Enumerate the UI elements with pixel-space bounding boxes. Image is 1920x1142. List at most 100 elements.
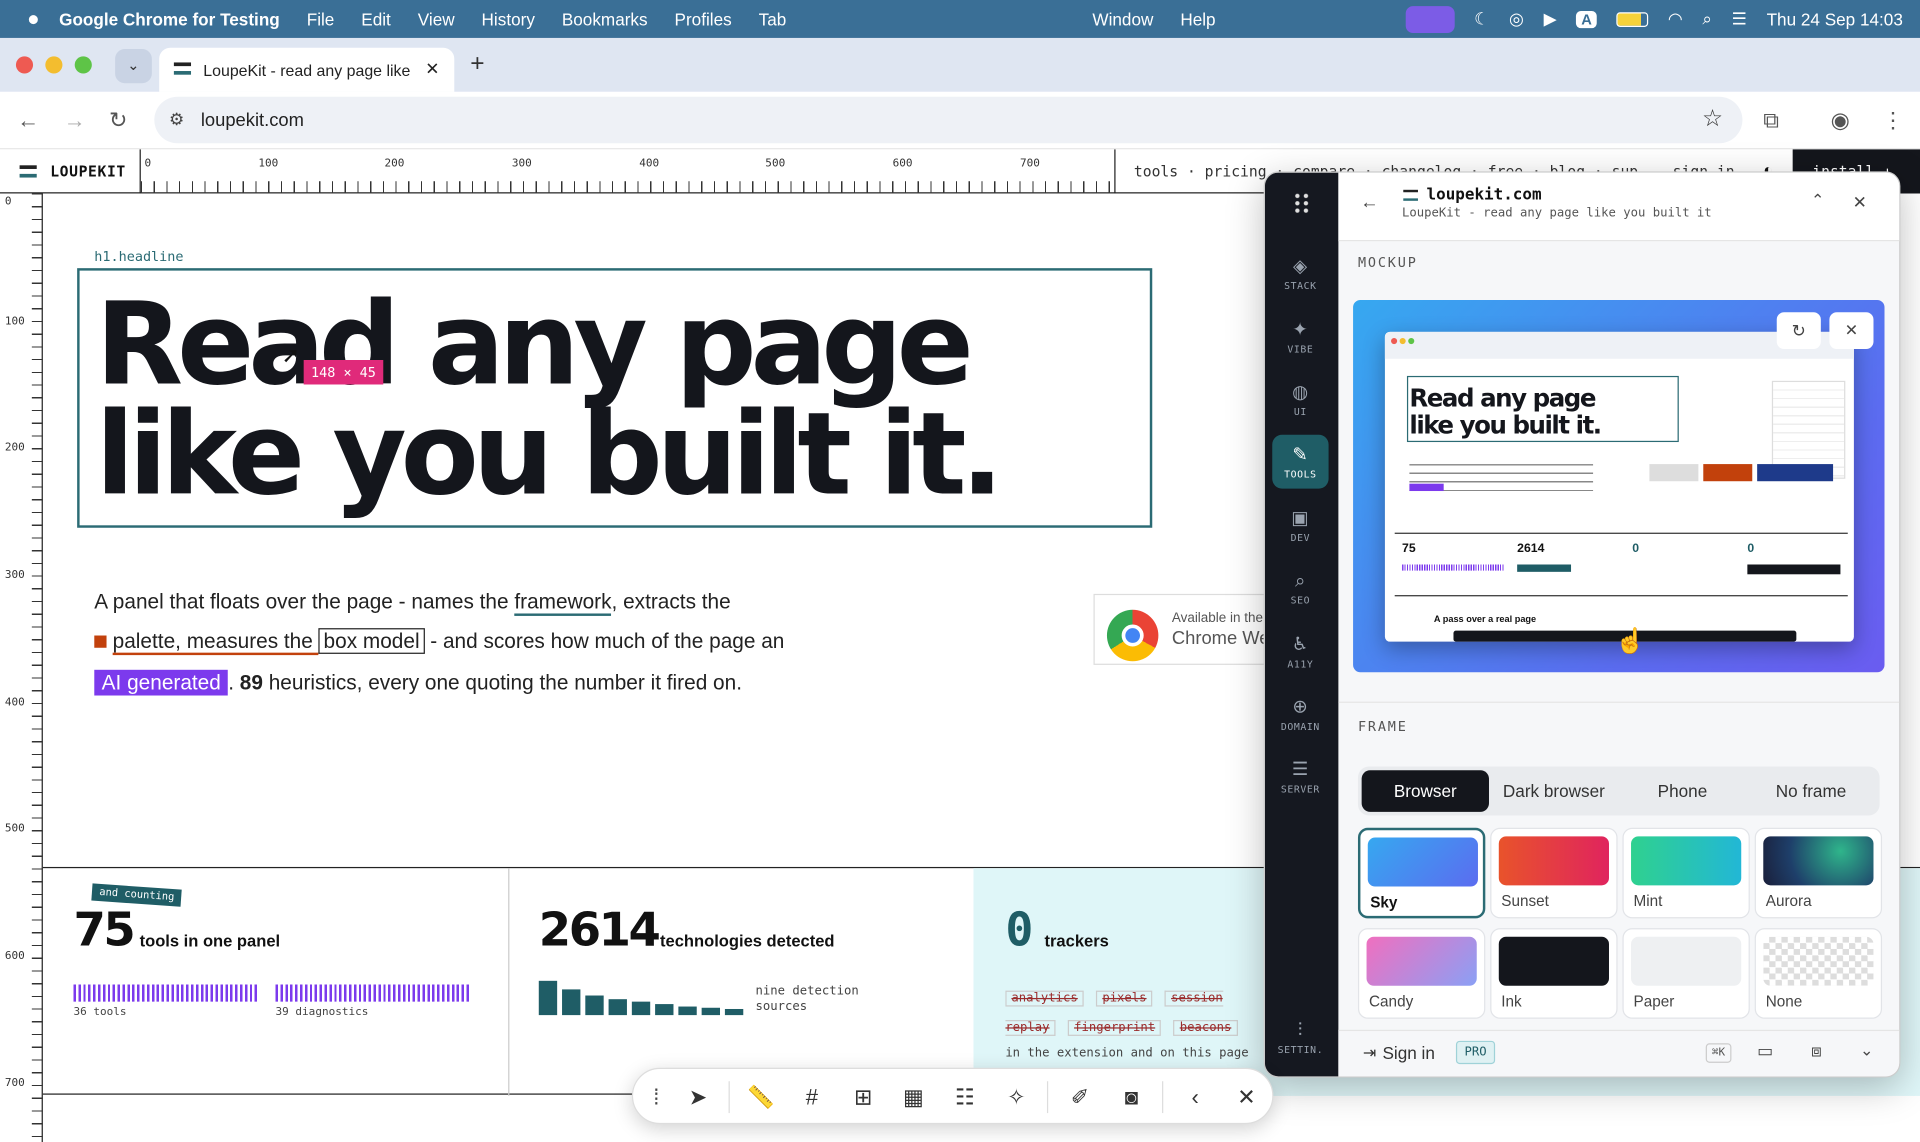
- frame-no-frame-option[interactable]: No frame: [1747, 770, 1874, 812]
- close-toolbar-icon[interactable]: ✕: [1233, 1084, 1260, 1111]
- menu-help[interactable]: Help: [1180, 9, 1215, 29]
- profile-icon[interactable]: ◉: [1831, 107, 1850, 134]
- zoom-window-button[interactable]: [74, 56, 92, 74]
- headline-line-1: Read any page: [95, 277, 974, 411]
- menu-edit[interactable]: Edit: [361, 9, 391, 29]
- mockup-preview[interactable]: Read any page like you built it. 75 2614…: [1353, 300, 1885, 673]
- forward-icon[interactable]: →: [64, 107, 86, 134]
- stat-label: trackers: [1044, 931, 1109, 951]
- minimize-window-button[interactable]: [45, 56, 63, 74]
- app-name[interactable]: Google Chrome for Testing: [59, 9, 280, 29]
- frame-dark-browser-option[interactable]: Dark browser: [1490, 770, 1617, 812]
- screen-share-icon[interactable]: [1405, 5, 1455, 33]
- table-icon[interactable]: ▦: [900, 1084, 927, 1111]
- stat-label: technologies detected: [660, 931, 835, 951]
- control-center-icon[interactable]: ☰: [1732, 9, 1747, 30]
- menu-kebab-icon[interactable]: ⋮: [1882, 107, 1904, 134]
- pro-badge[interactable]: PRO: [1455, 1040, 1496, 1065]
- close-window-button[interactable]: [15, 56, 34, 74]
- bg-swatch-paper[interactable]: Paper: [1622, 928, 1750, 1019]
- menu-tab[interactable]: Tab: [759, 9, 787, 29]
- close-panel-icon[interactable]: ✕: [1853, 192, 1867, 213]
- lead-text: A panel that floats over the page - name…: [94, 590, 515, 614]
- bg-swatch-candy[interactable]: Candy: [1357, 928, 1486, 1019]
- apple-icon[interactable]: ●: [27, 7, 40, 31]
- address-bar[interactable]: ⚙ loupekit.com ☆: [154, 96, 1743, 144]
- list-icon[interactable]: ☷: [951, 1084, 978, 1111]
- clock-text[interactable]: Thu 24 Sep 14:03: [1767, 9, 1903, 29]
- frame-phone-option[interactable]: Phone: [1619, 770, 1746, 812]
- chevron-left-icon[interactable]: ‹: [1182, 1084, 1209, 1111]
- play-icon[interactable]: ▶: [1544, 9, 1557, 30]
- moon-icon[interactable]: ☾: [1474, 9, 1489, 30]
- rail-stack[interactable]: ◈ STACK: [1272, 246, 1328, 300]
- sync-icon[interactable]: ◎: [1509, 9, 1524, 30]
- new-tab-button[interactable]: +: [470, 50, 484, 78]
- bg-swatch-aurora[interactable]: Aurora: [1754, 827, 1883, 919]
- tab-search-button[interactable]: ⌄: [115, 48, 152, 84]
- ruler-label: 400: [639, 157, 660, 171]
- menu-profiles[interactable]: Profiles: [675, 9, 732, 29]
- close-tab-icon[interactable]: ✕: [425, 59, 439, 80]
- extensions-icon[interactable]: ⧉: [1763, 107, 1779, 134]
- layout-grid-icon[interactable]: ⊞: [850, 1084, 877, 1111]
- wifi-icon[interactable]: ◠: [1668, 9, 1683, 30]
- panel-sign-in[interactable]: Sign in: [1382, 1043, 1434, 1063]
- chevron-down-icon[interactable]: ⌄: [1860, 1041, 1873, 1061]
- rail-tools[interactable]: ✎ TOOLS: [1272, 434, 1329, 489]
- box-model-highlight[interactable]: box model: [318, 628, 425, 654]
- menu-view[interactable]: View: [418, 9, 455, 29]
- grid-hash-icon[interactable]: #: [798, 1084, 825, 1111]
- lead-text: .: [228, 671, 240, 695]
- server-icon: ☰: [1291, 757, 1309, 781]
- bookmark-star-icon[interactable]: ☆: [1702, 105, 1723, 133]
- browser-tab[interactable]: LoupeKit - read any page like ✕: [159, 47, 455, 92]
- frame-browser-option[interactable]: Browser: [1361, 770, 1489, 812]
- bg-swatch-sunset[interactable]: Sunset: [1490, 827, 1618, 919]
- reload-icon[interactable]: ↻: [109, 107, 127, 134]
- menu-history[interactable]: History: [482, 9, 535, 29]
- rail-seo[interactable]: ⌕ SEO: [1272, 561, 1328, 615]
- ai-generated-highlight[interactable]: AI generated: [94, 669, 229, 696]
- rail-domain[interactable]: ⊕ DOMAIN: [1272, 687, 1328, 741]
- rail-settings[interactable]: ⫶ SETTIN.: [1272, 1010, 1328, 1064]
- rail-a11y[interactable]: ♿ A11Y: [1272, 624, 1328, 678]
- menu-file[interactable]: File: [307, 9, 335, 29]
- display-icon[interactable]: ⧈: [1811, 1041, 1822, 1062]
- bg-swatch-ink[interactable]: Ink: [1490, 928, 1618, 1019]
- framework-highlight[interactable]: framework: [514, 590, 612, 616]
- sign-in-icon[interactable]: ⇥: [1363, 1043, 1376, 1063]
- bg-swatch-mint[interactable]: Mint: [1622, 827, 1750, 919]
- rail-dev[interactable]: ▣ DEV: [1272, 498, 1328, 552]
- collapse-icon[interactable]: ⌃: [1811, 191, 1824, 211]
- site-logo[interactable]: LOUPEKIT: [50, 163, 126, 180]
- battery-icon[interactable]: [1616, 11, 1649, 27]
- menu-window[interactable]: Window: [1092, 9, 1153, 29]
- refresh-mockup-button[interactable]: ↻: [1776, 312, 1821, 349]
- rail-server[interactable]: ☰ SERVER: [1272, 749, 1328, 803]
- sparkle-icon[interactable]: ✧: [1003, 1084, 1030, 1111]
- palette-text: palette, measures the: [113, 629, 319, 656]
- site-info-icon[interactable]: ⚙: [169, 109, 184, 130]
- macos-menubar: ● Google Chrome for Testing File Edit Vi…: [0, 0, 1920, 38]
- grip-dots-icon[interactable]: ⁞: [643, 1084, 670, 1111]
- eyedropper-icon[interactable]: ✐: [1067, 1084, 1094, 1111]
- rail-vibe[interactable]: ✦ VIBE: [1272, 310, 1328, 364]
- ruler-icon[interactable]: 📏: [747, 1084, 774, 1111]
- bg-swatch-sky[interactable]: Sky: [1357, 827, 1486, 919]
- chrome-store-badge[interactable]: Available in the Chrome Web Store: [1093, 593, 1265, 665]
- loupekit-logo-icon[interactable]: [1293, 192, 1311, 215]
- back-icon[interactable]: ←: [1360, 192, 1378, 213]
- pointer-icon[interactable]: ➤: [684, 1084, 711, 1111]
- input-source-icon[interactable]: A: [1576, 10, 1597, 28]
- search-icon[interactable]: ⌕: [1702, 9, 1712, 30]
- sunset-color-sample: [1498, 836, 1609, 886]
- screenshot-icon[interactable]: ▭: [1757, 1041, 1773, 1062]
- rail-ui[interactable]: ◍ UI: [1272, 372, 1328, 426]
- camera-icon[interactable]: ◙: [1118, 1084, 1145, 1111]
- bg-swatch-none[interactable]: None: [1754, 928, 1883, 1019]
- close-mockup-button[interactable]: ✕: [1829, 312, 1874, 349]
- back-icon[interactable]: ←: [17, 107, 39, 134]
- menu-bookmarks[interactable]: Bookmarks: [562, 9, 648, 29]
- diagnostics-bar-chart: [275, 984, 472, 1002]
